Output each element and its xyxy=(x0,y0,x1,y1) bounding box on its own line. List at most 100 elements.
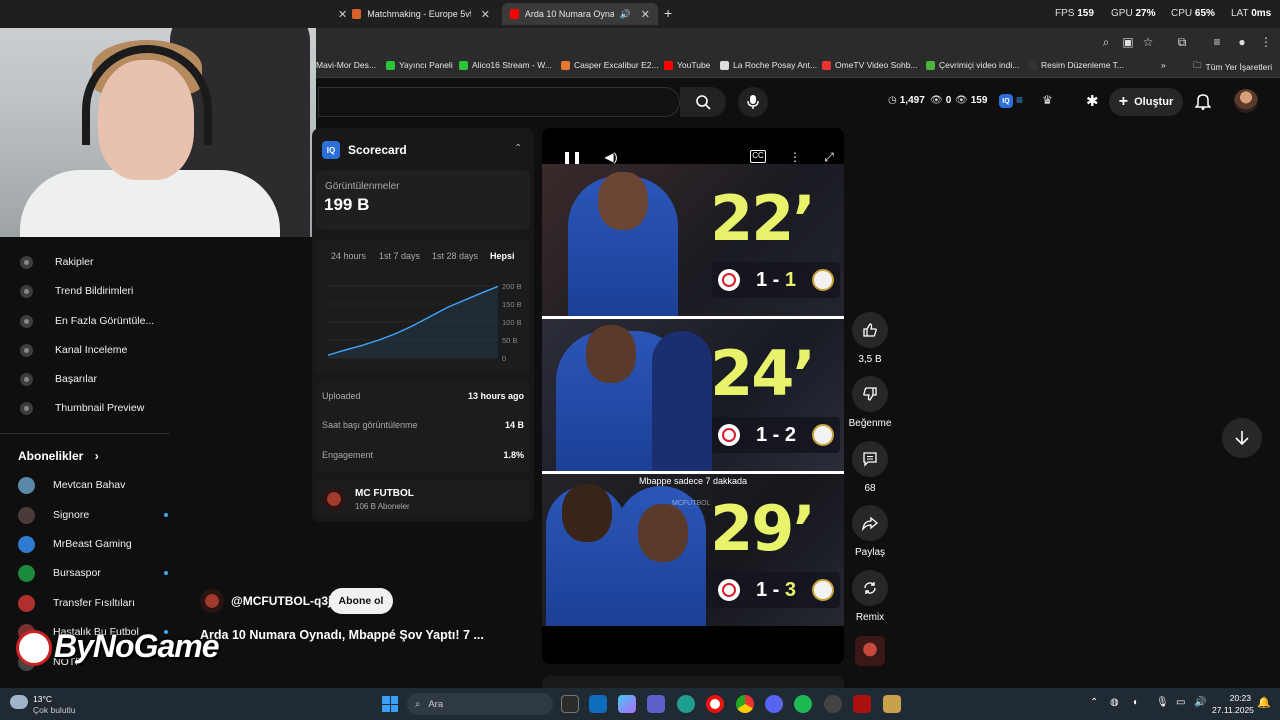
tray-app-icon[interactable]: ◍ xyxy=(1110,697,1119,708)
shorts-video-player[interactable]: 22’ 1 - 1 24’ 1 - 2 29’ 1 - 3 Mbappe sad… xyxy=(542,128,844,664)
captions-icon[interactable]: CC xyxy=(750,150,766,163)
weather-description[interactable]: Çok bulutlu xyxy=(33,705,76,715)
all-bookmarks[interactable]: 🗀 Tüm Yer İşaretleri xyxy=(1193,60,1272,74)
edge-icon[interactable] xyxy=(677,695,695,713)
menu-kebab-icon[interactable]: ⋮ xyxy=(1258,34,1274,50)
speaker-icon[interactable]: 🔊 xyxy=(620,9,631,20)
valorant-icon[interactable] xyxy=(853,695,871,713)
bookmark-item[interactable]: Resim Düzenleme T... xyxy=(1028,60,1124,70)
tab-video[interactable]: Arda 10 Numara Oynadı, M... 🔊 ✕ xyxy=(502,3,658,25)
volume-icon[interactable]: ◀) xyxy=(602,148,620,166)
dislike-button[interactable]: Beğenme xyxy=(846,376,894,429)
chevron-up-icon[interactable]: ⌃ xyxy=(514,143,522,154)
bookmark-item[interactable]: Mavi-Mor Des... xyxy=(316,60,376,70)
subscribe-button[interactable]: Abone ol xyxy=(329,588,393,614)
create-button[interactable]: + Oluştur xyxy=(1109,88,1183,116)
vidiq-icon[interactable]: IQ xyxy=(999,94,1013,108)
subscription-item[interactable]: Mevtcan Bahav xyxy=(18,475,168,495)
period-tab[interactable]: 1st 28 days xyxy=(432,251,478,261)
puzzle-icon[interactable]: ✱ xyxy=(1086,92,1099,110)
bookmark-item[interactable]: OmeTV Video Sohb... xyxy=(822,60,918,70)
remix-icon[interactable] xyxy=(852,570,888,606)
spotify-icon[interactable] xyxy=(794,695,812,713)
sidebar-item-most-viewed[interactable]: En Fazla Görüntüle... xyxy=(20,311,154,331)
subscription-item[interactable]: Bursaspor xyxy=(18,563,168,583)
tab-matchmaking[interactable]: Matchmaking - Europe 5v5 Qu... ✕ xyxy=(344,3,498,25)
obs-icon[interactable] xyxy=(824,695,842,713)
clock-date[interactable]: 27.11.2025 xyxy=(1212,705,1254,715)
bookmark-star-icon[interactable]: ☆ xyxy=(1140,34,1156,50)
chrome-icon[interactable] xyxy=(736,695,754,713)
channel-avatar[interactable] xyxy=(200,589,224,613)
bookmark-item[interactable]: YouTube xyxy=(664,60,710,70)
close-icon[interactable]: ✕ xyxy=(481,8,490,21)
more-options-icon[interactable]: ⋮ xyxy=(786,148,804,166)
task-view-icon[interactable] xyxy=(561,695,579,713)
network-icon[interactable]: ▭ xyxy=(1176,697,1185,708)
profile-icon[interactable]: ● xyxy=(1234,34,1250,50)
microphone-icon[interactable]: 🎙 xyxy=(1156,697,1169,708)
notification-center-icon[interactable]: 🔔 xyxy=(1257,696,1271,709)
tray-app-icon[interactable]: ◐ xyxy=(1133,697,1139,708)
new-tab-button[interactable]: + xyxy=(664,5,672,21)
cast-icon[interactable]: ▣ xyxy=(1120,34,1136,50)
search-input[interactable] xyxy=(318,87,680,117)
reading-list-icon[interactable]: ≡ xyxy=(1209,34,1225,50)
channel-name[interactable]: MC FUTBOL xyxy=(355,488,414,499)
clock-time[interactable]: 20:23 xyxy=(1221,693,1251,703)
zoom-icon[interactable]: ⌕ xyxy=(1098,34,1114,50)
like-icon[interactable] xyxy=(852,312,888,348)
next-video-button[interactable] xyxy=(1222,418,1262,458)
period-tab[interactable]: 24 hours xyxy=(331,251,366,261)
comment-icon[interactable] xyxy=(852,441,888,477)
list-icon[interactable]: ≡ xyxy=(1016,93,1023,107)
subscription-item[interactable]: Transfer Fısıltıları xyxy=(18,593,168,613)
outlook-icon[interactable] xyxy=(589,695,607,713)
fullscreen-icon[interactable]: ⤢ xyxy=(820,148,838,166)
voice-search-button[interactable] xyxy=(738,87,768,117)
dislike-icon[interactable] xyxy=(852,376,888,412)
sound-thumbnail[interactable] xyxy=(855,636,885,666)
bookmark-item[interactable]: Yayıncı Paneli xyxy=(386,60,453,70)
sidebar-item-trend[interactable]: Trend Bildirimleri xyxy=(20,281,133,301)
teams-icon[interactable] xyxy=(647,695,665,713)
comments-button[interactable]: 68 xyxy=(846,441,894,494)
sidebar-item-rakipler[interactable]: Rakipler xyxy=(20,252,94,272)
bookmark-item[interactable]: La Roche Posay Ant... xyxy=(720,60,817,70)
subscription-item[interactable]: MrBeast Gaming xyxy=(18,534,168,554)
bookmark-item[interactable]: Casper Excalibur E2... xyxy=(561,60,659,70)
sidebar-item-thumbnail-preview[interactable]: Thumbnail Preview xyxy=(20,398,144,418)
windows-start-icon[interactable] xyxy=(382,696,398,712)
channel-card[interactable] xyxy=(316,480,530,518)
tray-chevron-icon[interactable]: ⌃ xyxy=(1090,697,1098,708)
channel-handle[interactable]: @MCFUTBOL-q3j xyxy=(231,594,331,608)
share-icon[interactable] xyxy=(852,505,888,541)
cloud-icon[interactable] xyxy=(10,695,28,709)
sidebar-item-achievements[interactable]: Başarılar xyxy=(20,369,97,389)
taskbar-search[interactable]: ⌕ Ara xyxy=(407,693,553,715)
notifications-button[interactable] xyxy=(1194,92,1212,115)
scorecard-header[interactable]: IQ Scorecard xyxy=(322,141,407,159)
bookmark-item[interactable]: Çevrimiçi video indi... xyxy=(926,60,1019,70)
subscriptions-heading[interactable]: Abonelikler › xyxy=(18,449,99,463)
period-tab-selected[interactable]: Hepsi xyxy=(490,251,515,261)
avatar[interactable] xyxy=(1234,89,1258,113)
period-tab[interactable]: 1st 7 days xyxy=(379,251,420,261)
like-button[interactable]: 3,5 B xyxy=(846,312,894,365)
bookmark-item[interactable]: Alico16 Stream - W... xyxy=(459,60,552,70)
subscription-item[interactable]: Signore xyxy=(18,505,168,525)
sidebar-item-channel-review[interactable]: Kanal Inceleme xyxy=(20,340,127,360)
copilot-icon[interactable] xyxy=(618,695,636,713)
video-title[interactable]: Arda 10 Numara Oynadı, Mbappé Şov Yaptı!… xyxy=(200,628,484,642)
channel-avatar[interactable] xyxy=(322,487,346,511)
remix-button[interactable]: Remix xyxy=(846,570,894,623)
trophy-icon[interactable]: ♛ xyxy=(1042,93,1053,107)
opera-icon[interactable] xyxy=(706,695,724,713)
discord-icon[interactable] xyxy=(765,695,783,713)
pause-icon[interactable]: ❚❚ xyxy=(562,148,582,166)
extensions-icon[interactable]: ⧉ xyxy=(1174,34,1190,50)
share-button[interactable]: Paylaş xyxy=(846,505,894,558)
league-icon[interactable] xyxy=(883,695,901,713)
close-icon[interactable]: ✕ xyxy=(641,8,650,21)
bookmarks-overflow[interactable]: » xyxy=(1161,60,1166,70)
